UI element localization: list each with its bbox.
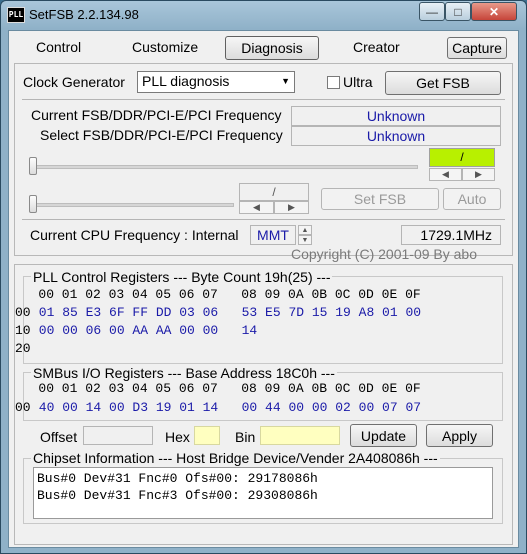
- hex-label: Hex: [165, 429, 190, 445]
- pll-row-10-values: 00 00 06 00 AA AA 00 00 14: [31, 323, 258, 338]
- fine-slider-thumb[interactable]: [29, 195, 37, 213]
- clock-generator-value: PLL diagnosis: [142, 73, 230, 89]
- tab-diagnosis[interactable]: Diagnosis: [225, 36, 319, 60]
- get-fsb-label: Get FSB: [416, 75, 470, 91]
- main-panel: Control Customize Diagnosis Creator Capt…: [8, 30, 519, 548]
- clock-generator-label: Clock Generator: [23, 74, 125, 90]
- auto-button[interactable]: Auto: [443, 188, 501, 210]
- fsb-slider-track[interactable]: [32, 165, 418, 169]
- capture-button[interactable]: Capture: [447, 37, 507, 59]
- set-fsb-label: Set FSB: [353, 191, 407, 207]
- offset-label: Offset: [40, 429, 78, 445]
- cpu-mode-down[interactable]: ▼: [298, 235, 312, 245]
- pll-hex-header: 00 01 02 03 04 05 06 07 08 09 0A 0B 0C 0…: [15, 287, 421, 302]
- fsb-slider-thumb[interactable]: [29, 157, 37, 175]
- cpu-freq-value: 1729.1MHz: [401, 225, 501, 245]
- smbus-hex-header: 00 01 02 03 04 05 06 07 08 09 0A 0B 0C 0…: [15, 381, 421, 396]
- arrow-right-icon: ▶: [475, 169, 482, 179]
- pll-row-00-values: 01 85 E3 6F FF DD 03 06 53 E5 7D 15 19 A…: [31, 305, 422, 320]
- apply-button[interactable]: Apply: [426, 424, 493, 447]
- smbus-registers-title: SMBus I/O Registers --- Base Address 18C…: [31, 365, 337, 381]
- set-fsb-button[interactable]: Set FSB: [321, 188, 439, 210]
- arrow-left-icon: ◀: [442, 169, 449, 179]
- tab-diagnosis-label: Diagnosis: [241, 40, 303, 56]
- smbus-row-00-values: 40 00 14 00 D3 19 01 14 00 44 00 00 02 0…: [31, 400, 422, 415]
- mid-spin-right[interactable]: ▶: [274, 201, 309, 214]
- mid-indicator: /: [239, 183, 309, 201]
- title-bar[interactable]: PLL SetFSB 2.2.134.98 — □ ✕: [1, 1, 526, 29]
- fsb-indicator: /: [429, 148, 495, 167]
- smbus-row-00-addr: 00: [15, 400, 31, 415]
- chipset-line: Bus#0 Dev#31 Fnc#3 Ofs#00: 29308086h: [37, 488, 318, 503]
- mid-spin-left[interactable]: ◀: [239, 201, 274, 214]
- capture-label: Capture: [452, 40, 502, 56]
- app-icon: PLL: [7, 7, 25, 23]
- pll-registers-title: PLL Control Registers --- Byte Count 19h…: [31, 269, 333, 285]
- maximize-icon: □: [454, 4, 462, 19]
- get-fsb-button[interactable]: Get FSB: [385, 71, 501, 95]
- bin-field[interactable]: [260, 426, 340, 445]
- cpu-freq-label: Current CPU Frequency : Internal: [30, 227, 239, 243]
- tab-customize[interactable]: Customize: [132, 39, 198, 55]
- divider: [22, 99, 505, 100]
- fsb-spin-right[interactable]: ▶: [462, 168, 495, 181]
- minimize-button[interactable]: —: [419, 2, 445, 21]
- offset-field[interactable]: [83, 426, 153, 445]
- fsb-spin-left[interactable]: ◀: [429, 168, 462, 181]
- ultra-checkbox[interactable]: [327, 76, 340, 89]
- auto-label: Auto: [457, 191, 487, 207]
- chipset-line: Bus#0 Dev#31 Fnc#0 Ofs#00: 29178086h: [37, 471, 318, 486]
- divider: [22, 219, 505, 220]
- pll-row-10-addr: 10: [15, 323, 31, 338]
- window-title: SetFSB 2.2.134.98: [29, 7, 139, 22]
- close-icon: ✕: [488, 4, 500, 19]
- select-freq-label: Select FSB/DDR/PCI-E/PCI Frequency: [40, 127, 283, 143]
- ultra-label: Ultra: [343, 74, 373, 90]
- arrow-left-icon: ◀: [253, 202, 260, 212]
- tab-creator[interactable]: Creator: [353, 39, 400, 55]
- cpu-mode-field[interactable]: MMT: [250, 225, 296, 245]
- apply-label: Apply: [441, 427, 478, 444]
- arrow-down-icon: ▼: [301, 236, 309, 244]
- maximize-button[interactable]: □: [445, 2, 471, 21]
- close-button[interactable]: ✕: [471, 2, 517, 21]
- setfsb-window: PLL SetFSB 2.2.134.98 — □ ✕ Control Cust…: [0, 0, 527, 554]
- clock-generator-select[interactable]: PLL diagnosis ▼: [137, 71, 295, 93]
- arrow-right-icon: ▶: [288, 202, 295, 212]
- arrow-up-icon: ▲: [301, 226, 309, 234]
- pll-row-20-addr: 20: [15, 341, 31, 356]
- copyright-text: Copyright (C) 2001-09 By abo: [291, 246, 477, 262]
- current-freq-label: Current FSB/DDR/PCI-E/PCI Frequency: [31, 107, 282, 123]
- hex-field[interactable]: [194, 426, 220, 445]
- chipset-list[interactable]: Bus#0 Dev#31 Fnc#0 Ofs#00: 29178086h Bus…: [33, 467, 493, 519]
- current-freq-value: Unknown: [291, 106, 501, 126]
- bin-label: Bin: [235, 429, 256, 445]
- cpu-mode-up[interactable]: ▲: [298, 225, 312, 235]
- fine-slider-track[interactable]: [32, 203, 234, 207]
- select-freq-value: Unknown: [291, 126, 501, 146]
- update-button[interactable]: Update: [350, 424, 417, 447]
- minimize-icon: —: [426, 4, 438, 19]
- update-label: Update: [360, 427, 407, 444]
- chipset-title: Chipset Information --- Host Bridge Devi…: [31, 450, 440, 466]
- tab-control[interactable]: Control: [36, 39, 81, 55]
- pll-row-00-addr: 00: [15, 305, 31, 320]
- dropdown-arrow-icon: ▼: [281, 76, 290, 86]
